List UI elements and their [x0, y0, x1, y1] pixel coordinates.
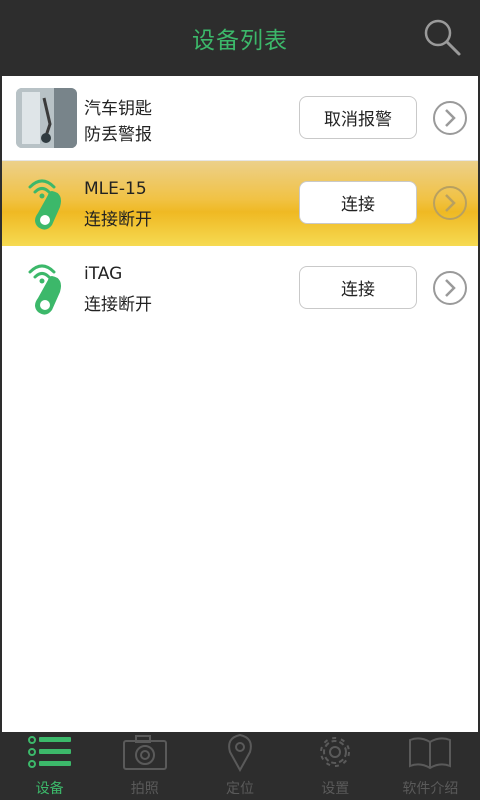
gear-icon [320, 737, 351, 767]
tab-label: 设置 [321, 781, 350, 797]
cancel-alarm-button[interactable]: 取消报警 [299, 96, 417, 139]
device-name: iTAG [84, 264, 123, 284]
device-status: 连接断开 [84, 210, 152, 230]
tab-label: 设备 [35, 781, 64, 797]
search-button[interactable] [422, 17, 462, 57]
device-status: 防丢警报 [84, 125, 152, 145]
bottom-tab-bar: 设备 拍照 定位 设置 软件介绍 [2, 732, 478, 800]
camera-icon [122, 735, 167, 770]
device-row[interactable]: MLE-15 连接断开 连接 [2, 161, 478, 246]
tab-camera[interactable]: 拍照 [97, 732, 192, 800]
app-frame: 设备列表 汽车钥匙 防丢警报 取消报警 MLE-15 连接断开 连接 iTAG … [0, 0, 480, 800]
chevron-right-icon [433, 101, 467, 135]
tab-label: 拍照 [130, 781, 159, 797]
top-bar: 设备列表 [2, 0, 478, 76]
chevron-right-icon [433, 186, 467, 220]
connect-button[interactable]: 连接 [299, 181, 417, 224]
tab-label: 软件介绍 [402, 781, 459, 797]
device-row[interactable]: iTAG 连接断开 连接 [2, 246, 478, 331]
device-status: 连接断开 [84, 295, 152, 315]
book-icon [409, 737, 452, 770]
tab-settings[interactable]: 设置 [288, 732, 383, 800]
tab-label: 定位 [226, 781, 254, 797]
location-pin-icon [228, 733, 252, 772]
search-icon [424, 19, 461, 56]
chevron-right-icon [433, 271, 467, 305]
bluetooth-tag-icon [28, 264, 61, 315]
page-title: 设备列表 [192, 28, 288, 54]
tab-about[interactable]: 软件介绍 [383, 732, 478, 800]
tab-location[interactable]: 定位 [192, 732, 287, 800]
device-list-icon [27, 736, 71, 768]
device-detail-button[interactable] [432, 100, 468, 136]
device-list: 汽车钥匙 防丢警报 取消报警 MLE-15 连接断开 连接 iTAG 连接断开 … [2, 76, 478, 331]
tab-devices[interactable]: 设备 [2, 732, 97, 800]
device-row[interactable]: 汽车钥匙 防丢警报 取消报警 [2, 76, 478, 161]
bluetooth-tag-icon [28, 179, 61, 230]
connect-button[interactable]: 连接 [299, 266, 417, 309]
device-name: 汽车钥匙 [84, 99, 152, 119]
device-detail-button[interactable] [432, 270, 468, 306]
car-key-photo [16, 88, 77, 148]
device-detail-button[interactable] [432, 185, 468, 221]
device-name: MLE-15 [84, 179, 147, 199]
